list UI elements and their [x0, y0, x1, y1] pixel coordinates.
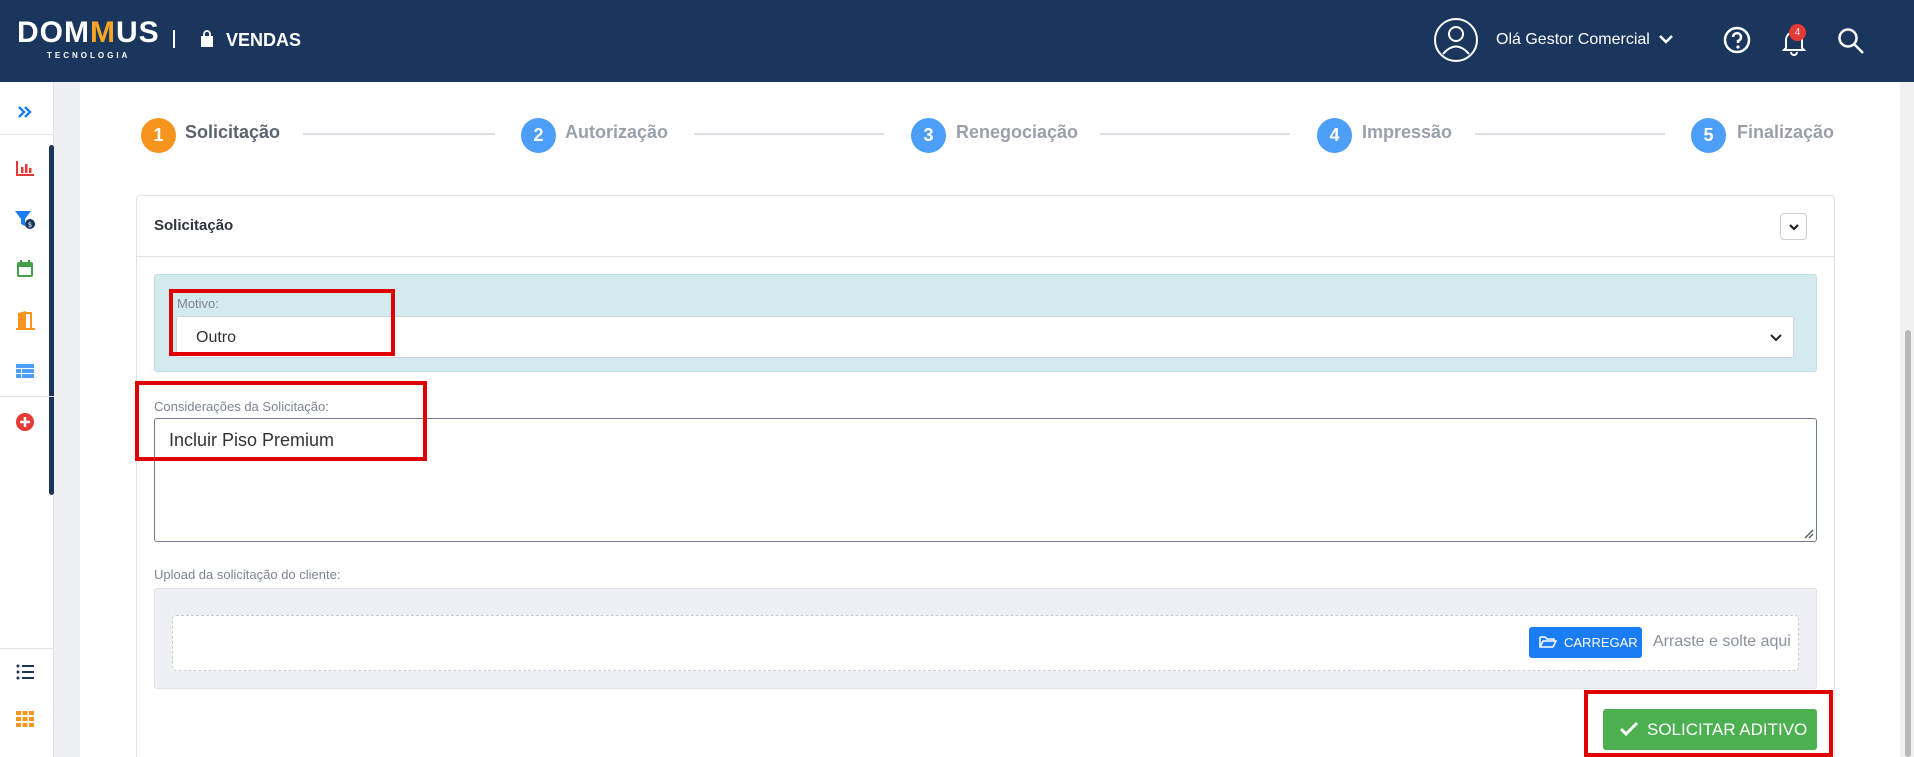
step-connector — [1475, 133, 1665, 135]
step-1-label[interactable]: Solicitação — [185, 122, 280, 143]
upload-button[interactable]: CARREGAR — [1529, 627, 1642, 658]
grid-icon[interactable] — [14, 708, 36, 730]
step-5-number[interactable]: 5 — [1691, 118, 1726, 153]
dommus-logo[interactable]: DOMMUS — [17, 18, 160, 48]
plus-circle-icon[interactable] — [14, 411, 36, 433]
upload-button-label: CARREGAR — [1564, 635, 1638, 650]
logo-subtitle: TECNOLOGIA — [47, 51, 131, 60]
user-avatar-icon[interactable] — [1433, 17, 1479, 63]
list-icon[interactable] — [14, 661, 36, 683]
step-connector — [303, 133, 495, 135]
motivo-select[interactable]: Outro — [176, 316, 1794, 358]
highlight-box-submit — [1584, 690, 1833, 757]
step-4-number[interactable]: 4 — [1317, 118, 1352, 153]
door-icon[interactable] — [14, 309, 36, 331]
table-icon[interactable] — [14, 360, 36, 382]
step-1-number[interactable]: 1 — [141, 118, 176, 153]
calendar-icon[interactable] — [14, 258, 36, 280]
step-3-label[interactable]: Renegociação — [956, 122, 1078, 143]
bar-chart-icon[interactable] — [14, 157, 36, 179]
module-title[interactable]: VENDAS — [226, 30, 301, 51]
card-title: Solicitação — [154, 217, 234, 234]
notification-badge[interactable]: 4 — [1789, 24, 1806, 41]
sidebar-scroll-indicator[interactable] — [49, 145, 54, 495]
drop-hint: Arraste e solte aqui — [1653, 633, 1791, 650]
step-4-label[interactable]: Impressão — [1362, 122, 1452, 143]
shopping-bag-icon — [201, 30, 213, 47]
chevron-down-icon[interactable] — [1658, 32, 1674, 46]
double-chevron-right-icon[interactable] — [14, 101, 36, 123]
header-divider — [173, 30, 175, 48]
step-5-label[interactable]: Finalização — [1737, 122, 1834, 143]
help-icon[interactable] — [1723, 26, 1751, 54]
step-connector — [694, 133, 884, 135]
collapse-button[interactable] — [1780, 213, 1807, 240]
funnel-dollar-icon[interactable]: $ — [14, 208, 36, 230]
chevron-down-icon — [1770, 334, 1782, 342]
search-icon[interactable] — [1837, 27, 1865, 55]
step-connector — [1100, 133, 1290, 135]
step-3-number[interactable]: 3 — [911, 118, 946, 153]
highlight-box-consideracoes — [135, 381, 427, 461]
sidebar-divider — [0, 648, 54, 649]
card-header — [136, 195, 1835, 257]
chevron-down-icon — [1789, 224, 1799, 231]
page-scrollbar-thumb[interactable] — [1905, 330, 1911, 757]
sidebar-divider — [0, 396, 54, 397]
highlight-box-motivo — [169, 289, 395, 356]
step-2-number[interactable]: 2 — [521, 118, 556, 153]
folder-open-icon — [1539, 636, 1557, 648]
resize-handle-icon[interactable] — [1802, 527, 1814, 539]
svg-text:$: $ — [28, 221, 32, 229]
upload-label: Upload da solicitação do cliente: — [154, 567, 341, 582]
step-2-label[interactable]: Autorização — [565, 122, 668, 143]
user-greeting[interactable]: Olá Gestor Comercial — [1496, 31, 1650, 49]
sidebar-divider — [0, 134, 54, 135]
